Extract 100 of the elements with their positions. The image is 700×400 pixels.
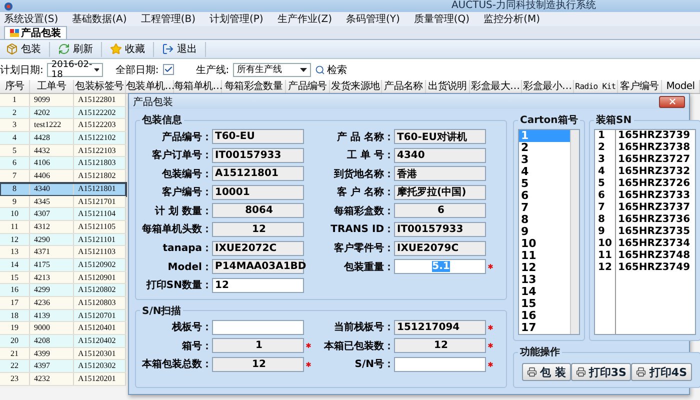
column-header[interactable]: 包装标签号 [74,80,126,93]
list-item[interactable]: 11 [519,250,570,262]
table-row[interactable]: 11 4312 A15121105 [0,220,126,234]
menu-item[interactable]: 质量管理(Q) [414,12,470,26]
readonly-field[interactable]: IT00157933 [394,222,486,237]
tab[interactable]: 产品包装 [4,26,67,39]
table-row[interactable]: 18 4139 A15120701 [0,310,126,322]
search-link[interactable]: 检索 [315,62,348,76]
readonly-field[interactable]: 1 [212,338,304,354]
toolbar-button[interactable]: 收藏 [108,42,154,56]
readonly-field[interactable]: T60-EU对讲机 [394,129,486,144]
table-row[interactable]: 14 4175 A15120902 [0,258,126,272]
readonly-field[interactable]: 151217094 [394,320,486,335]
readonly-field[interactable]: 10001 [212,184,304,200]
toolbar-button[interactable]: 退出 [160,42,206,56]
list-item[interactable]: 9 [519,226,570,238]
list-item[interactable]: 14 [519,286,570,298]
table-cell: A15121103 [74,246,126,258]
menu-item[interactable]: 工程管理(B) [140,12,196,26]
field-label: 打印SN数量： [145,278,212,292]
action-button[interactable]: 包 装 [522,363,571,381]
readonly-field[interactable]: 12 [394,338,486,354]
list-item[interactable]: 2 [519,142,570,154]
list-item[interactable]: 15 [519,298,570,310]
readonly-field[interactable]: 香港 [394,166,486,182]
readonly-field[interactable]: T60-EU [212,129,304,144]
readonly-field[interactable]: 摩托罗拉(中国) [394,184,486,200]
toolbar-button[interactable]: 包装 [4,42,50,56]
date-picker[interactable]: 2016-02-18 [47,62,104,76]
table-row[interactable]: 3 test1222 A15122203 [0,119,126,132]
table-row[interactable]: 20 4208 A15120402 [0,335,126,348]
table-row[interactable]: 2 4202 A15122202 [0,106,126,120]
table-cell: 6 [0,157,30,170]
list-item[interactable]: 17 [519,322,570,334]
readonly-field[interactable]: A15121801 [212,166,304,182]
table-row[interactable]: 19 9000 A15120401 [0,322,126,336]
list-cell-text: 165HRZ3733 [617,190,692,202]
table-row[interactable]: 23 4232 A15120201 [0,373,126,386]
list-item[interactable]: 6 [519,190,570,202]
table-row[interactable]: 1 9099 A15122801 [0,94,126,107]
menu-item[interactable]: 生产作业(Z) [277,12,332,26]
list-item[interactable]: 7 [519,202,570,214]
table-row[interactable]: 7 4406 A15121802 [0,170,126,183]
input-field[interactable]: 12 [212,278,304,293]
list-item[interactable]: 5 [519,178,570,190]
field-label: 产 品 名称： [336,130,394,144]
table-row[interactable]: 9 4345 A15121701 [0,196,126,208]
readonly-field[interactable]: 12 [212,222,304,237]
action-button[interactable]: 打印4S [631,363,692,381]
list-cell-text: 3 [597,154,606,166]
carton-list[interactable]: 1 2 3 4 5 6 7 8 9 10 11 12 13 14 15 16 17 [518,129,580,335]
table-row[interactable]: 4 4428 A15122102 [0,132,126,145]
list-item[interactable]: 12 [519,262,570,274]
input-field[interactable] [394,356,486,372]
scrollbar[interactable] [570,130,579,334]
table-row[interactable]: 13 4371 A15121103 [0,246,126,259]
field-label: 本箱包装总数： [140,358,212,372]
menu-item[interactable]: 条码管理(Y) [346,12,400,26]
readonly-field[interactable]: 4340 [394,148,486,163]
list-cell-text: 7 [597,202,606,214]
menu-item[interactable]: 系统设置(S) [4,12,58,26]
readonly-field[interactable]: P14MAA03A1BD [212,259,304,274]
table-row[interactable]: 10 4307 A15121104 [0,208,126,221]
list-cell-text: 165HRZ3748 [617,250,692,262]
table-cell: A15120302 [74,360,126,372]
readonly-field[interactable]: 6 [394,203,486,218]
list-item[interactable]: 4 [519,166,570,178]
column-header[interactable]: 工单号 [30,80,74,93]
table-row[interactable]: 15 4213 A15120901 [0,272,126,284]
input-field[interactable] [212,320,304,335]
table-row[interactable]: 12 4290 A15121101 [0,234,126,246]
table-row[interactable]: 5 4432 A15122103 [0,144,126,158]
list-item[interactable]: 8 [519,214,570,226]
list-item[interactable]: 13 [519,274,570,286]
table-row[interactable]: 17 4236 A15120803 [0,297,126,310]
column-header[interactable]: 序号 [0,80,30,93]
readonly-field[interactable]: 12 [212,356,304,372]
menu-item[interactable]: 基础数据(A) [72,12,127,26]
table-cell: 4345 [30,196,74,208]
table-row[interactable]: 16 4299 A15120802 [0,284,126,297]
table-row[interactable]: 22 4397 A15120302 [0,360,126,374]
readonly-field[interactable]: IXUE2079C [394,240,486,256]
table-row[interactable]: 21 4399 A15120301 [0,348,126,360]
all-dates-checkbox[interactable] [162,64,174,75]
readonly-field[interactable]: IXUE2072C [212,240,304,256]
table-row[interactable]: 8 4340 A15121801 [0,182,126,196]
line-dropdown[interactable]: 所有生产线 [233,62,312,76]
menu-item[interactable]: 监控分析(M) [484,12,540,26]
table-row[interactable]: 6 4106 A15121803 [0,157,126,170]
close-button[interactable] [659,96,685,108]
table-cell: 4340 [30,182,74,195]
readonly-field[interactable]: IT00157933 [212,148,304,163]
list-item[interactable]: 16 [519,310,570,322]
readonly-field[interactable]: 8064 [212,203,304,218]
list-item[interactable]: 3 [519,154,570,166]
toolbar-button[interactable]: 刷新 [56,42,102,56]
list-item[interactable]: 10 [519,238,570,250]
action-button[interactable]: 打印3S [570,363,632,381]
menu-item[interactable]: 计划管理(P) [209,12,264,26]
table-cell: A15122203 [74,119,126,132]
